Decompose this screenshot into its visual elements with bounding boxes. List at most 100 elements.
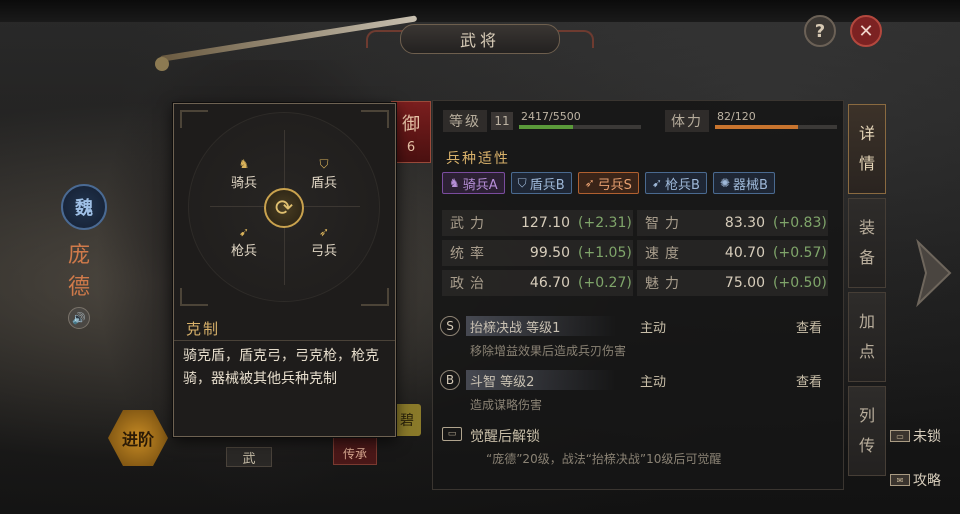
skill-row-2[interactable]: B 斗智 等级2 主动 查看 [440, 368, 832, 392]
wu-tab[interactable]: 武 [226, 447, 272, 467]
side-tab[interactable]: 详情 [848, 104, 886, 194]
stamina-fill [715, 125, 799, 129]
inherit-button[interactable]: 传承 [333, 435, 377, 465]
skill-grade: B [440, 370, 460, 390]
stat-bonus: (+0.83) [773, 215, 827, 231]
stat-bonus: (+0.27) [578, 275, 632, 291]
side-tab[interactable]: 列传 [848, 386, 886, 476]
aptitude-label: 器械B [732, 177, 768, 193]
skill-type: 主动 [640, 320, 667, 336]
guide-link-label: 攻略 [913, 473, 941, 489]
popup-corner-ornament [361, 288, 389, 306]
stat-val: 83.30 [724, 215, 765, 231]
shield-icon: ⛉ [517, 175, 527, 190]
horse-icon: ♞ [238, 157, 250, 171]
stat-row: 统率 99.50 (+1.05) 速度 40.70 (+0.57) [442, 240, 832, 266]
aptitude-chip[interactable]: ➹ 枪兵B [644, 172, 707, 194]
skill-name: 抬榇决战 等级1 [466, 316, 616, 336]
title-ornament-right [554, 30, 594, 48]
aptitude-chip[interactable]: ➶ 弓兵S [577, 172, 639, 194]
bow-icon: ➶ [584, 176, 595, 190]
stat-val: 127.10 [521, 215, 570, 231]
skill-name: 斗智 等级2 [466, 370, 616, 390]
popup-corner-ornament [361, 110, 389, 128]
stat-bonus: (+0.57) [773, 245, 827, 261]
lock-icon: ▭ [442, 427, 462, 441]
side-tab-char: 备 [858, 248, 875, 267]
stamina-text: 82/120 [717, 110, 756, 123]
help-button[interactable]: ? [804, 15, 836, 47]
lock-link[interactable]: ▭ 未锁 [890, 426, 941, 446]
aptitude-chip[interactable]: ♞ 骑兵A [442, 172, 505, 194]
siege-icon: ✺ [719, 176, 730, 190]
skill-desc: 移除增益效果后造成兵刃伤害 [470, 344, 627, 358]
stat-val: 75.00 [724, 275, 765, 291]
stats-table: 武力 127.10 (+2.31) 智力 83.30 (+0.83) 统率 99.50 (+1.… [442, 210, 832, 300]
stat-name: 统率 [450, 246, 490, 262]
skill-view-link[interactable]: 查看 [796, 371, 822, 390]
level-label: 等级 [443, 110, 487, 132]
level-block: 等级 11 2417/5500 [443, 110, 641, 132]
aptitude-label: 盾兵B [529, 177, 565, 193]
horse-icon: ♞ [449, 176, 460, 190]
stat-name: 武力 [450, 216, 490, 232]
faction-badge: 魏 [61, 184, 107, 230]
aptitude-chip[interactable]: ✺ 器械B [712, 172, 775, 194]
stat-cell: 统率 99.50 (+1.05) [442, 240, 633, 266]
voice-button[interactable]: 🔊 [68, 307, 90, 329]
stat-cell: 政治 46.70 (+0.27) [442, 270, 633, 296]
counter-title: 克制 [186, 320, 221, 338]
wheel-unit-shield: ⛉ 盾兵 [299, 156, 349, 191]
help-icon: ? [814, 20, 826, 42]
side-tab-char: 情 [858, 154, 875, 173]
exp-fill [519, 125, 573, 129]
defense-value: 6 [406, 139, 416, 155]
skill-type: 主动 [640, 374, 667, 390]
skill-row-1[interactable]: S 抬榇决战 等级1 主动 查看 [440, 314, 832, 338]
stat-row: 政治 46.70 (+0.27) 魅力 75.00 (+0.50) [442, 270, 832, 296]
wheel-unit-bow: ➶ 弓兵 [299, 224, 349, 259]
unit-label: 盾兵 [310, 176, 337, 191]
spear-tip-art [155, 57, 169, 71]
side-tab-char: 装 [858, 218, 875, 237]
speaker-icon: 🔊 [72, 311, 86, 325]
defense-label: 御 [402, 113, 420, 135]
skill-grade: S [440, 316, 460, 336]
stat-cell: 速度 40.70 (+0.57) [637, 240, 828, 266]
unit-label: 骑兵 [230, 176, 257, 191]
close-button[interactable]: ✕ [850, 15, 882, 47]
stat-cell: 武力 127.10 (+2.31) [442, 210, 633, 236]
unit-label: 弓兵 [310, 244, 337, 259]
close-icon: ✕ [858, 20, 874, 42]
awaken-title: 觉醒后解锁 [470, 429, 540, 445]
stat-name: 政治 [450, 276, 490, 292]
hero-name-char: 德 [67, 275, 90, 300]
spear-icon: ➹ [238, 225, 250, 239]
stat-bonus: (+1.05) [578, 245, 632, 261]
level-value: 11 [491, 112, 513, 130]
side-tab[interactable]: 加点 [848, 292, 886, 382]
next-hero-arrow-icon[interactable] [914, 238, 954, 308]
side-tab-char: 传 [858, 436, 875, 455]
aptitude-label: 弓兵S [597, 177, 632, 193]
hero-name: 庞 德 [64, 240, 94, 304]
shield-icon: ⛉ [319, 157, 329, 171]
popup-corner-ornament [180, 288, 208, 306]
wheel-unit-spear: ➹ 枪兵 [219, 224, 269, 259]
skill-view-link[interactable]: 查看 [796, 317, 822, 336]
side-tab[interactable]: 装备 [848, 198, 886, 288]
gold-tag[interactable]: 碧 [393, 404, 421, 436]
awaken-desc: “庞德”20级，战法“抬榇决战”10级后可觉醒 [486, 452, 722, 466]
stat-cell: 魅力 75.00 (+0.50) [637, 270, 828, 296]
aptitude-chip[interactable]: ⛉ 盾兵B [510, 172, 572, 194]
stat-row: 武力 127.10 (+2.31) 智力 83.30 (+0.83) [442, 210, 832, 236]
wheel-unit-cavalry: ♞ 骑兵 [219, 156, 269, 191]
lock-icon: ▭ [890, 430, 910, 442]
side-tab-char: 加 [858, 312, 875, 331]
guide-link[interactable]: ✉ 攻略 [890, 470, 941, 490]
stamina-bar: 82/120 [715, 110, 837, 132]
counter-description: 骑克盾，盾克弓，弓克枪，枪克骑，器械被其他兵种克制 [183, 348, 379, 387]
skill-desc: 造成谋略伤害 [470, 398, 543, 412]
stat-name: 魅力 [645, 276, 685, 292]
spear-icon: ➹ [651, 176, 662, 190]
